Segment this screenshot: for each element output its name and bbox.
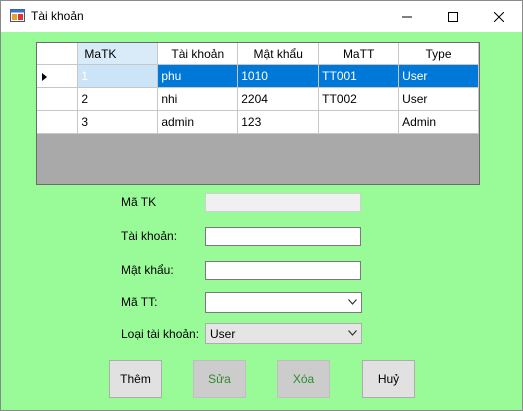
- maximize-button[interactable]: [430, 1, 476, 32]
- maximize-icon: [448, 11, 458, 22]
- cell-type[interactable]: User: [398, 64, 479, 88]
- matt-combobox[interactable]: [205, 292, 362, 313]
- cell-matkhau[interactable]: 2204: [237, 87, 320, 111]
- xoa-button[interactable]: Xóa: [277, 360, 330, 398]
- cell-matkhau[interactable]: 1010: [237, 64, 320, 88]
- accounts-table: MaTK Tài khoản Mật khẩu MaTT Type 1 phu …: [37, 43, 479, 134]
- table-row[interactable]: 2 nhi 2204 TT002 User: [37, 87, 479, 111]
- matk-label: Mã TK: [121, 195, 157, 209]
- taikhoan-input[interactable]: [205, 227, 361, 246]
- taikhoan-label: Tài khoản:: [121, 229, 178, 243]
- chevron-down-icon: [348, 299, 357, 305]
- column-header-matt[interactable]: MaTT: [318, 43, 400, 65]
- column-header-taikhoan[interactable]: Tài khoản: [157, 43, 239, 65]
- them-button[interactable]: Thêm: [109, 360, 162, 398]
- minimize-icon: [402, 16, 412, 17]
- matt-label: Mã TT:: [121, 295, 158, 309]
- close-button[interactable]: [476, 1, 522, 32]
- huy-button[interactable]: Huỷ: [362, 360, 415, 398]
- loai-taikhoan-label: Loại tài khoản:: [121, 327, 200, 341]
- window-title: Tài khoản: [31, 9, 84, 23]
- corner-header-cell[interactable]: [37, 43, 79, 65]
- row-header[interactable]: [37, 110, 79, 134]
- cell-matt[interactable]: TT001: [318, 64, 400, 88]
- cell-matk[interactable]: 1: [77, 64, 159, 88]
- cell-matk[interactable]: 2: [77, 87, 159, 111]
- loai-taikhoan-value: User: [210, 327, 236, 341]
- cell-taikhoan[interactable]: phu: [157, 64, 239, 88]
- cell-type[interactable]: User: [398, 87, 479, 111]
- header-row: MaTK Tài khoản Mật khẩu MaTT Type: [37, 43, 479, 65]
- account-window: Tài khoản MaTK Tài khoản Mật khẩu MaTT T…: [0, 0, 523, 411]
- accounts-datagrid[interactable]: MaTK Tài khoản Mật khẩu MaTT Type 1 phu …: [36, 42, 480, 185]
- row-header[interactable]: [37, 87, 79, 111]
- sua-button[interactable]: Sửa: [193, 360, 246, 398]
- matkhau-label: Mật khẩu:: [121, 263, 174, 277]
- cell-matt[interactable]: TT002: [318, 87, 400, 111]
- column-header-matkhau[interactable]: Mật khẩu: [237, 43, 320, 65]
- table-row[interactable]: 1 phu 1010 TT001 User: [37, 64, 479, 88]
- app-icon: [10, 9, 25, 22]
- minimize-button[interactable]: [384, 1, 430, 32]
- row-header[interactable]: [37, 64, 79, 88]
- loai-taikhoan-combobox[interactable]: User: [205, 323, 362, 344]
- column-header-matk[interactable]: MaTK: [77, 43, 159, 65]
- matk-field: [205, 193, 361, 212]
- cell-taikhoan[interactable]: nhi: [157, 87, 239, 111]
- cell-matk[interactable]: 3: [77, 110, 159, 134]
- current-row-arrow-icon: [42, 72, 47, 81]
- cell-matt[interactable]: [318, 110, 400, 134]
- chevron-down-icon: [348, 330, 357, 336]
- table-row[interactable]: 3 admin 123 Admin: [37, 110, 479, 134]
- close-icon: [494, 11, 504, 22]
- column-header-type[interactable]: Type: [398, 43, 479, 65]
- cell-matkhau[interactable]: 123: [237, 110, 320, 134]
- title-bar[interactable]: Tài khoản: [1, 1, 522, 32]
- cell-taikhoan[interactable]: admin: [157, 110, 239, 134]
- matkhau-input[interactable]: [205, 261, 361, 280]
- cell-type[interactable]: Admin: [398, 110, 479, 134]
